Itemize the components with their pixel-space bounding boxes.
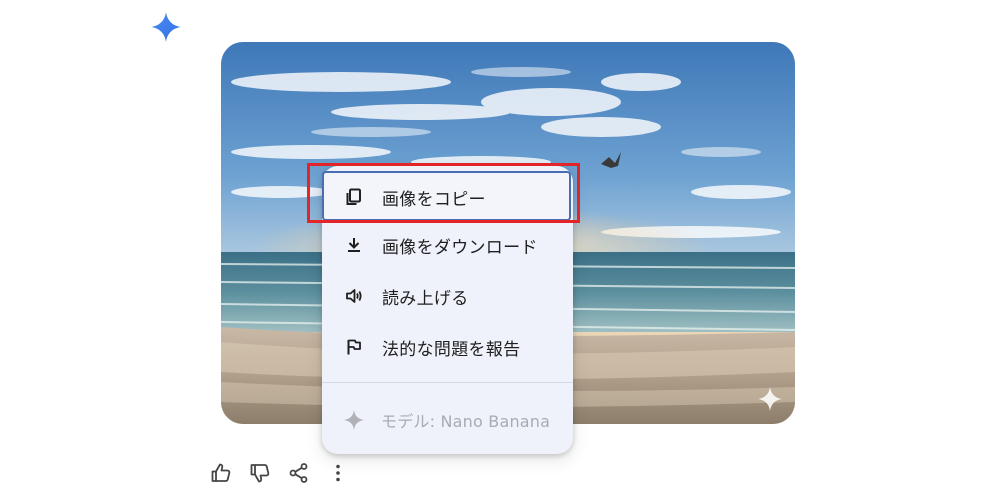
- thumbs-up-button[interactable]: [206, 460, 236, 490]
- more-options-button[interactable]: [323, 460, 353, 490]
- download-icon: [344, 235, 364, 255]
- menu-item-label: 画像をダウンロード: [382, 237, 538, 258]
- flag-icon: [344, 337, 364, 357]
- menu-item-read-aloud[interactable]: 読み上げる: [322, 271, 573, 321]
- more-vert-icon: [327, 462, 349, 488]
- speaker-icon: [344, 286, 364, 306]
- menu-item-report-legal[interactable]: 法的な問題を報告: [322, 322, 573, 372]
- thumbs-up-icon: [210, 462, 232, 488]
- sparkle-icon: [343, 409, 365, 431]
- menu-item-label: 画像をコピー: [382, 189, 486, 210]
- menu-item-download-image[interactable]: 画像をダウンロード: [322, 220, 573, 270]
- menu-item-label: 法的な問題を報告: [382, 339, 521, 360]
- response-actions: [206, 460, 362, 490]
- model-label: モデル: Nano Banana: [381, 412, 551, 431]
- gemini-sparkle-icon: [150, 11, 182, 43]
- chat-response: 画像をコピー 画像をダウンロード 読み上げる 法的な問題を報告 モデル: Nan…: [0, 0, 1000, 500]
- image-context-menu: 画像をコピー 画像をダウンロード 読み上げる 法的な問題を報告 モデル: Nan…: [322, 166, 573, 454]
- menu-item-label: 読み上げる: [382, 288, 469, 309]
- menu-divider: [322, 382, 573, 383]
- share-icon: [288, 462, 310, 488]
- copy-icon: [344, 187, 364, 207]
- thumbs-down-icon: [249, 462, 271, 488]
- sparkle-watermark-icon: [757, 386, 783, 412]
- share-button[interactable]: [284, 460, 314, 490]
- menu-item-copy-image[interactable]: 画像をコピー: [322, 172, 573, 222]
- model-info: モデル: Nano Banana: [322, 395, 573, 445]
- thumbs-down-button[interactable]: [245, 460, 275, 490]
